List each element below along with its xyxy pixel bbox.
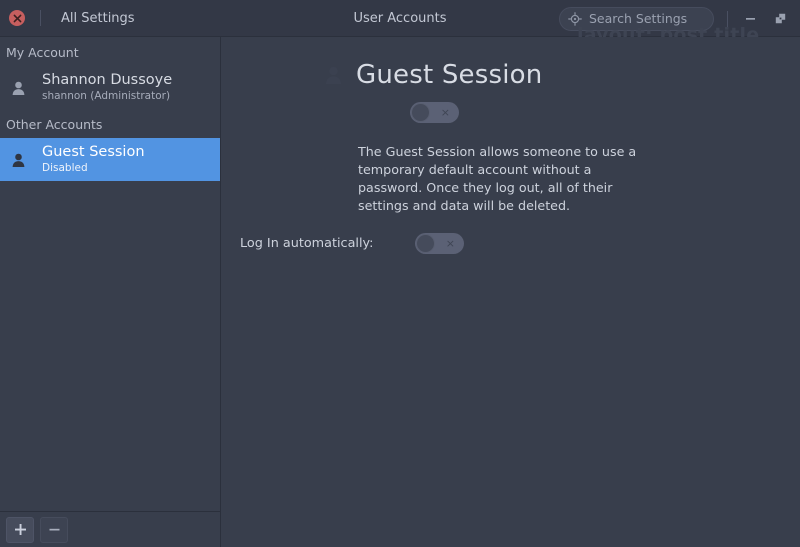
window-controls: Search Settings — [559, 0, 800, 37]
account-name: Guest Session — [42, 144, 145, 161]
person-icon — [325, 66, 341, 84]
person-icon — [12, 153, 24, 167]
titlebar-divider — [40, 10, 41, 26]
sidebar-item-guest-session[interactable]: Guest Session Disabled — [0, 138, 220, 181]
maximize-button[interactable] — [769, 8, 791, 30]
auto-login-label: Log In automatically: — [240, 236, 374, 251]
sidebar-group-header-my-account: My Account — [6, 45, 79, 60]
avatar — [322, 66, 344, 84]
main-header: Guest Session — [222, 37, 800, 90]
add-account-button[interactable] — [6, 516, 34, 543]
window-controls-divider — [727, 10, 728, 27]
sidebar-toolbar — [0, 511, 221, 547]
toggle-knob — [411, 103, 430, 122]
minimize-icon — [745, 18, 755, 20]
minus-icon — [49, 528, 59, 531]
close-button[interactable] — [9, 10, 25, 26]
minimize-button[interactable] — [739, 8, 761, 30]
sidebar-item-text: Guest Session Disabled — [42, 145, 145, 173]
guest-session-toggle[interactable]: × — [410, 102, 459, 123]
toggle-off-mark: × — [445, 237, 455, 250]
sidebar-item-shannon-dussoye[interactable]: Shannon Dussoye shannon (Administrator) — [0, 66, 220, 109]
search-settings-input[interactable]: Search Settings — [559, 6, 714, 31]
toggle-knob — [416, 234, 435, 253]
all-settings-button[interactable]: All Settings — [61, 11, 135, 26]
person-icon — [12, 81, 24, 95]
main-panel: Guest Session × The Guest Session allows… — [222, 37, 800, 547]
avatar — [6, 153, 30, 167]
page-title: Guest Session — [356, 60, 543, 90]
titlebar: All Settings User Accounts Search Settin… — [0, 0, 800, 37]
auto-login-toggle[interactable]: × — [415, 233, 464, 254]
search-placeholder-label: Search Settings — [589, 11, 688, 26]
toggle-off-mark: × — [440, 106, 450, 119]
guest-session-description: The Guest Session allows someone to use … — [358, 144, 637, 213]
account-subtitle: Disabled — [42, 161, 88, 174]
guest-session-toggle-wrapper: × — [222, 102, 800, 127]
avatar — [6, 81, 30, 95]
search-target-icon — [568, 11, 582, 26]
user-accounts-window: All Settings User Accounts Search Settin… — [0, 0, 800, 547]
close-icon — [13, 14, 21, 22]
plus-icon — [14, 524, 26, 535]
auto-login-row: Log In automatically: × — [222, 233, 800, 254]
accounts-sidebar: My Account Shannon Dussoye shannon (Admi… — [0, 37, 221, 547]
account-subtitle: shannon (Administrator) — [42, 89, 171, 102]
sidebar-group-header-other-accounts: Other Accounts — [6, 117, 103, 132]
remove-account-button[interactable] — [40, 516, 68, 543]
maximize-restore-icon — [775, 13, 785, 24]
account-name: Shannon Dussoye — [42, 72, 173, 89]
sidebar-item-text: Shannon Dussoye shannon (Administrator) — [42, 73, 172, 101]
